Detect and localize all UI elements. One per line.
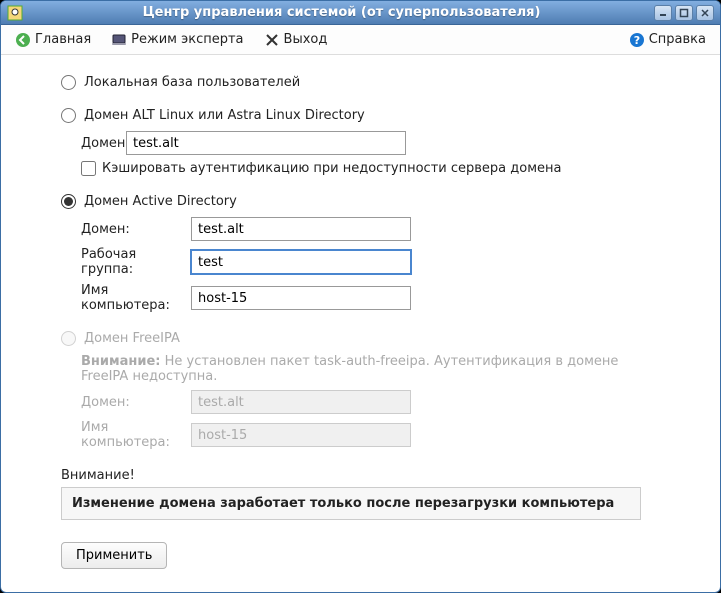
radio-ad-label[interactable]: Домен Active Directory [84, 194, 237, 209]
ad-workgroup-input[interactable] [191, 250, 411, 274]
expert-mode-button[interactable]: Режим эксперта [105, 29, 249, 51]
radio-freeipa-label: Домен FreeIPA [84, 331, 180, 346]
section-ad: Домен Active Directory Домен: Рабочая гр… [61, 194, 660, 313]
help-button[interactable]: ? Справка [623, 29, 712, 51]
alt-domain-label: Домен: [81, 136, 126, 151]
home-label: Главная [35, 32, 91, 47]
apply-button[interactable]: Применить [61, 542, 167, 569]
app-icon [7, 5, 23, 21]
cache-auth-checkbox[interactable] [81, 161, 96, 176]
minimize-button[interactable] [654, 5, 672, 21]
freeipa-hostname-input [191, 423, 411, 447]
freeipa-domain-input [191, 390, 411, 414]
radio-local[interactable] [61, 75, 76, 90]
attention-label: Внимание! [61, 468, 660, 483]
cache-auth-label[interactable]: Кэшировать аутентификацию при недоступно… [102, 161, 561, 176]
freeipa-domain-label: Домен: [81, 395, 191, 410]
section-freeipa: Домен FreeIPA Внимание: Не установлен па… [61, 331, 660, 450]
section-alt: Домен ALT Linux или Astra Linux Director… [61, 108, 660, 176]
freeipa-warn-text: Не установлен пакет task-auth-freeipa. А… [81, 354, 618, 384]
close-button[interactable] [696, 5, 714, 21]
attention-box: Изменение домена заработает только после… [61, 487, 641, 520]
radio-alt[interactable] [61, 108, 76, 123]
radio-alt-label[interactable]: Домен ALT Linux или Astra Linux Director… [84, 108, 365, 123]
window-title: Центр управления системой (от суперпольз… [29, 5, 654, 20]
freeipa-warn-prefix: Внимание: [81, 354, 161, 369]
help-icon: ? [629, 32, 645, 48]
svg-text:?: ? [634, 34, 640, 47]
freeipa-warning: Внимание: Не установлен пакет task-auth-… [81, 354, 660, 384]
laptop-icon [111, 32, 127, 48]
ad-hostname-input[interactable] [191, 286, 411, 310]
titlebar: Центр управления системой (от суперпольз… [1, 1, 720, 25]
expert-label: Режим эксперта [131, 32, 243, 47]
ad-workgroup-label: Рабочая группа: [81, 247, 191, 277]
exit-icon [264, 32, 280, 48]
radio-freeipa [61, 331, 76, 346]
window-controls [654, 5, 714, 21]
content-area: Локальная база пользователей Домен ALT L… [1, 55, 720, 592]
home-button[interactable]: Главная [9, 29, 97, 51]
exit-button[interactable]: Выход [258, 29, 334, 51]
radio-local-label[interactable]: Локальная база пользователей [84, 75, 300, 90]
app-window: Центр управления системой (от суперпольз… [0, 0, 721, 593]
section-local: Локальная база пользователей [61, 75, 660, 90]
arrow-left-icon [15, 32, 31, 48]
alt-domain-input[interactable] [126, 131, 406, 155]
ad-hostname-label: Имя компьютера: [81, 283, 191, 313]
ad-domain-input[interactable] [191, 217, 411, 241]
exit-label: Выход [284, 32, 328, 47]
freeipa-hostname-label: Имя компьютера: [81, 420, 191, 450]
toolbar: Главная Режим эксперта Выход ? Справка [1, 25, 720, 55]
help-label: Справка [649, 32, 706, 47]
radio-ad[interactable] [61, 194, 76, 209]
maximize-button[interactable] [675, 5, 693, 21]
ad-domain-label: Домен: [81, 222, 191, 237]
